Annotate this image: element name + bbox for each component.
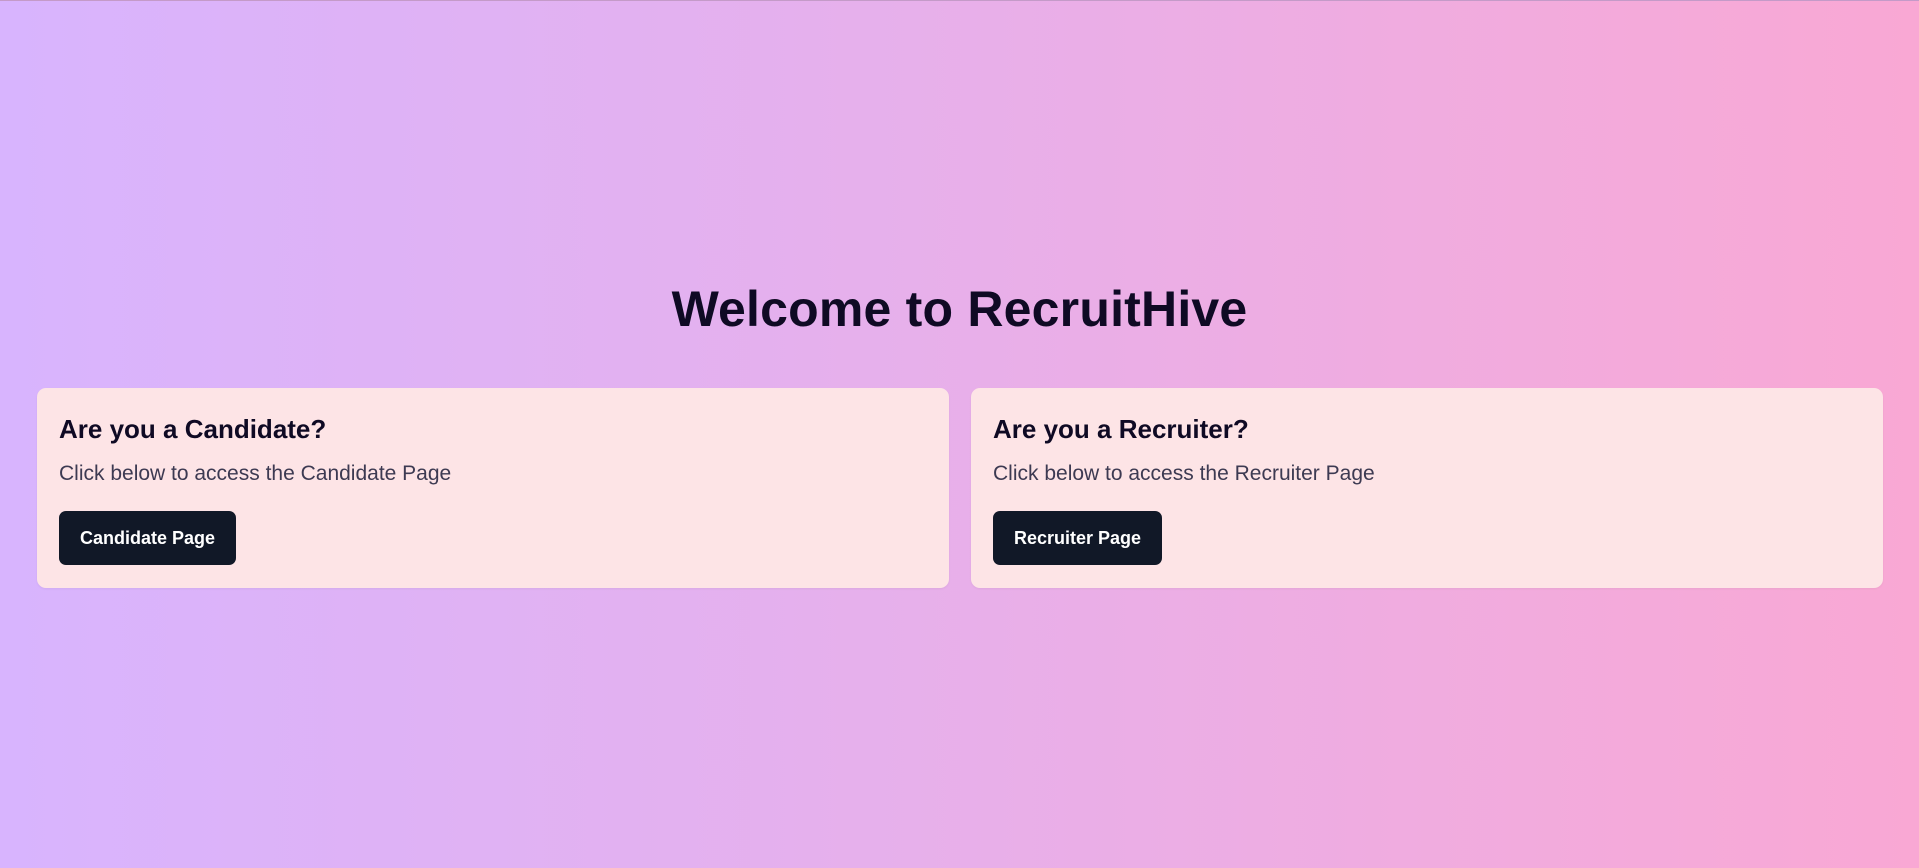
recruiter-card-heading: Are you a Recruiter? (993, 414, 1249, 444)
top-border-line (0, 0, 1919, 1)
page-title: Welcome to RecruitHive (671, 281, 1248, 337)
candidate-card: Are you a Candidate? Click below to acce… (37, 388, 949, 588)
hero-section: Welcome to RecruitHive (0, 280, 1919, 338)
candidate-card-heading: Are you a Candidate? (59, 414, 327, 444)
candidate-card-description: Click below to access the Candidate Page (59, 462, 452, 485)
recruiter-page-button[interactable]: Recruiter Page (993, 511, 1163, 565)
role-cards: Are you a Candidate? Click below to acce… (37, 388, 1883, 588)
recruiter-card-description: Click below to access the Recruiter Page (993, 462, 1375, 485)
candidate-page-button[interactable]: Candidate Page (59, 511, 237, 565)
recruiter-card: Are you a Recruiter? Click below to acce… (971, 388, 1883, 588)
